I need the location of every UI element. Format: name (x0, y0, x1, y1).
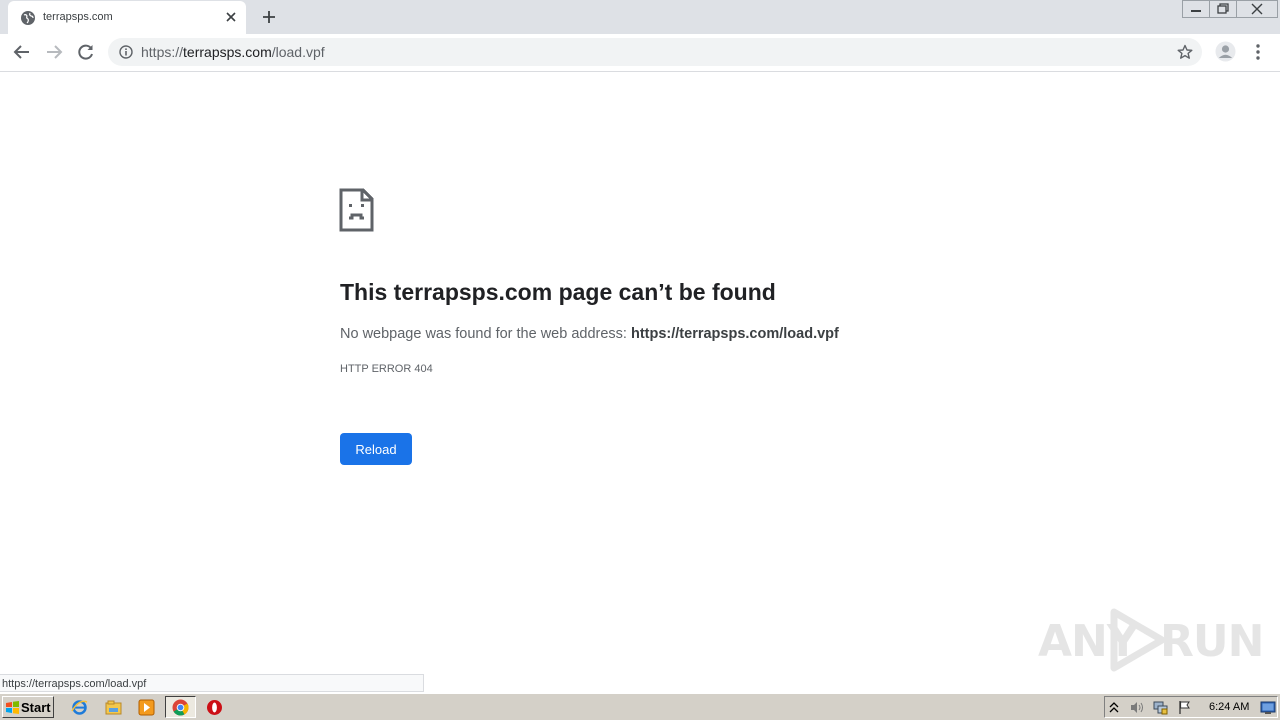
error-description-text: No webpage was found for the web address… (340, 326, 631, 342)
sad-page-icon (339, 188, 374, 232)
kebab-menu-icon[interactable] (1251, 43, 1265, 61)
watermark-text-right: RUN (1160, 616, 1264, 667)
flag-icon[interactable] (1177, 700, 1192, 715)
url-path: /load.vpf (271, 44, 325, 60)
globe-icon (21, 11, 35, 25)
address-bar[interactable]: https://terrapsps.com/load.vpf (108, 38, 1202, 66)
reload-button[interactable]: Reload (340, 433, 412, 465)
profile-avatar-icon[interactable] (1215, 41, 1236, 62)
monitor-icon[interactable] (1260, 700, 1276, 715)
error-description: No webpage was found for the web address… (340, 326, 839, 342)
browser-toolbar: https://terrapsps.com/load.vpf (0, 34, 1280, 72)
explorer-icon[interactable] (105, 699, 122, 716)
tab-terrapsps[interactable]: terrapsps.com (8, 1, 246, 34)
forward-arrow-icon[interactable] (45, 43, 63, 61)
close-icon[interactable] (1236, 0, 1278, 18)
play-logo-icon (1110, 608, 1166, 672)
anyrun-watermark: ANY RUN (1038, 606, 1264, 672)
media-player-icon[interactable] (138, 699, 155, 716)
status-bubble: https://terrapsps.com/load.vpf (0, 674, 424, 692)
taskbar-chrome-button[interactable] (165, 696, 196, 718)
chevron-up-icon[interactable] (1109, 700, 1119, 715)
close-tab-icon[interactable] (224, 10, 238, 24)
error-title: This terrapsps.com page can’t be found (340, 279, 776, 305)
tab-title: terrapsps.com (43, 11, 113, 23)
back-arrow-icon[interactable] (13, 43, 31, 61)
start-button[interactable]: Start (2, 696, 54, 718)
address-url: https://terrapsps.com/load.vpf (141, 44, 325, 60)
restore-icon[interactable] (1209, 0, 1237, 18)
plus-icon[interactable] (261, 9, 277, 25)
url-scheme: https:// (141, 44, 184, 60)
url-host: terrapsps.com (183, 44, 272, 60)
ie-icon[interactable] (71, 699, 88, 716)
error-code: HTTP ERROR 404 (340, 363, 433, 375)
error-url: https://terrapsps.com/load.vpf (630, 326, 839, 342)
chrome-icon (172, 699, 189, 716)
speaker-icon[interactable] (1129, 700, 1144, 715)
info-icon[interactable] (119, 45, 133, 59)
system-tray: 6:24 AM (1104, 696, 1278, 718)
start-label: Start (21, 700, 51, 715)
star-icon[interactable] (1177, 44, 1193, 60)
reload-icon[interactable] (77, 43, 95, 61)
opera-icon[interactable] (206, 699, 223, 716)
windows-logo-icon (6, 701, 19, 714)
clock: 6:24 AM (1209, 701, 1250, 713)
taskbar: Start 6:24 AM (0, 693, 1280, 720)
minimize-icon[interactable] (1182, 0, 1210, 18)
network-icon[interactable] (1153, 700, 1168, 715)
tab-strip: terrapsps.com (0, 0, 1280, 34)
